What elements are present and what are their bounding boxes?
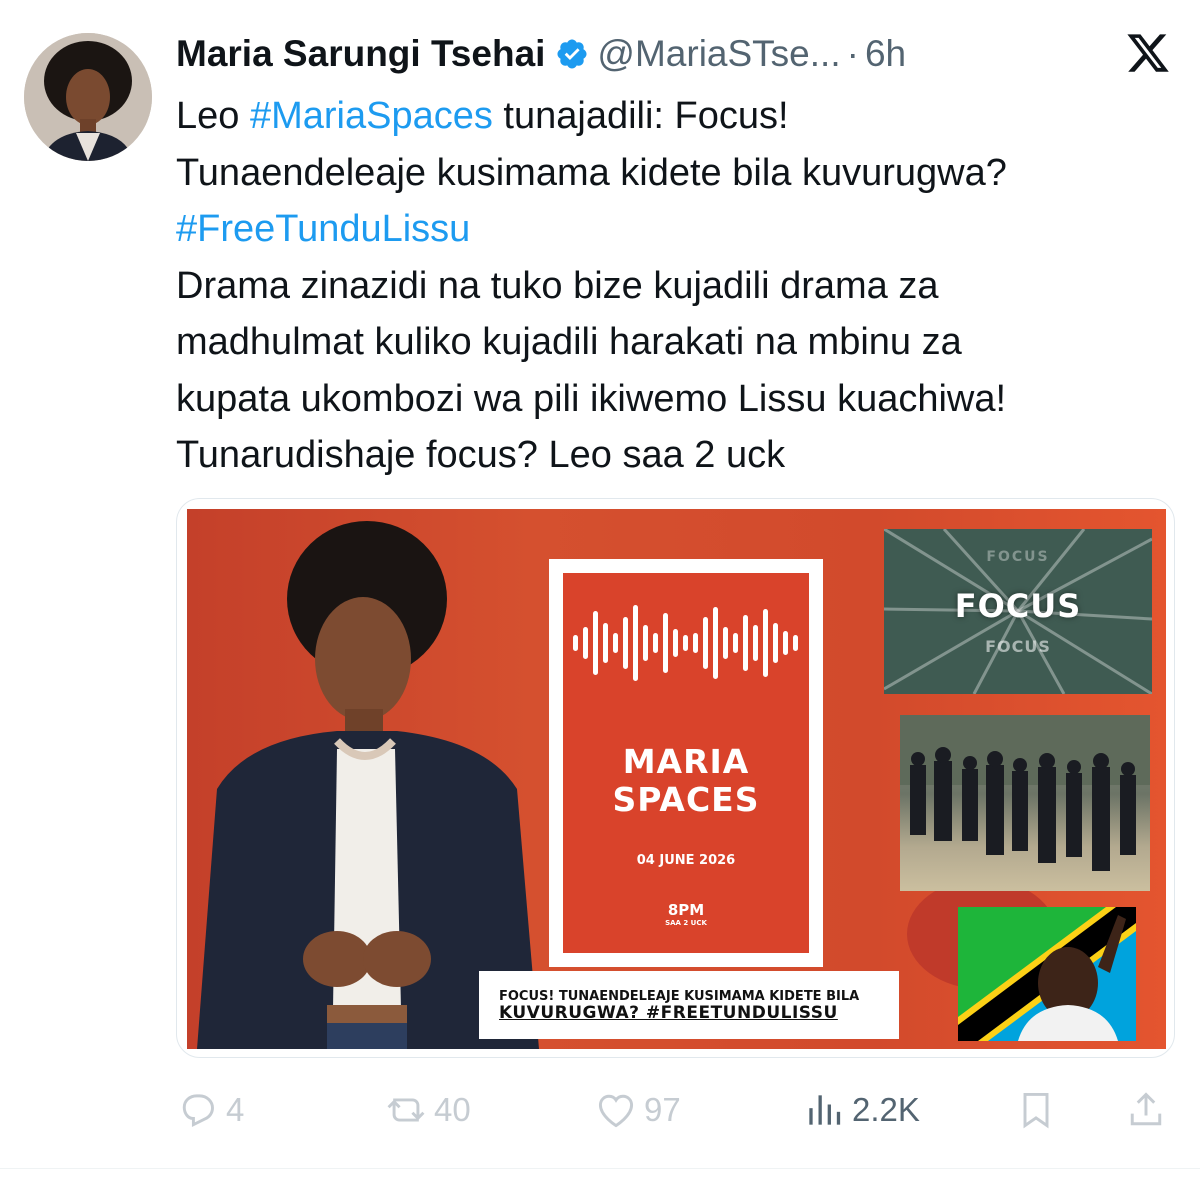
focus-text: FOCUS bbox=[954, 587, 1082, 625]
audio-wave-icon bbox=[573, 605, 798, 681]
like-count: 97 bbox=[644, 1091, 681, 1128]
maria-spaces-panel: MARIA SPACES 04 JUNE 2026 8PM SAA 2 UCK bbox=[563, 573, 809, 953]
poster-caption: FOCUS! TUNAENDELEAJE KUSIMAMA KIDETE BIL… bbox=[479, 971, 899, 1039]
tweet-line: Tunaendeleaje kusimama kidete bila kuvur… bbox=[176, 151, 1007, 194]
avatar-portrait bbox=[24, 33, 152, 161]
event-poster: MARIA SPACES 04 JUNE 2026 8PM SAA 2 UCK … bbox=[187, 509, 1166, 1049]
tanzania-flag-image bbox=[958, 907, 1136, 1041]
x-logo-icon[interactable] bbox=[1124, 30, 1172, 76]
reply-button[interactable]: 4 bbox=[176, 1084, 244, 1136]
tweet-text: Leo #MariaSpaces tunajadili: Focus! Tuna… bbox=[176, 88, 1166, 484]
reply-icon bbox=[182, 1094, 214, 1128]
host-photo bbox=[197, 521, 539, 1049]
author-name[interactable]: Maria Sarungi Tsehai bbox=[176, 33, 545, 75]
tweet-actions-bar: 4 40 97 2.2K bbox=[176, 1084, 1176, 1136]
tweet-media-image[interactable]: MARIA SPACES 04 JUNE 2026 8PM SAA 2 UCK … bbox=[176, 498, 1175, 1058]
views-button[interactable]: 2.2K bbox=[802, 1084, 920, 1136]
views-count: 2.2K bbox=[852, 1091, 920, 1128]
focus-image: FOCUS FOCUS FOCUS bbox=[884, 529, 1152, 694]
poster-title: MARIA SPACES bbox=[563, 743, 809, 819]
poster-title-line: MARIA bbox=[622, 742, 750, 781]
share-button[interactable] bbox=[1124, 1084, 1168, 1136]
tweet-line: Leo #MariaSpaces tunajadili: Focus! bbox=[176, 95, 789, 137]
marching-group-image bbox=[900, 715, 1150, 871]
maria-spaces-card: MARIA SPACES 04 JUNE 2026 8PM SAA 2 UCK bbox=[549, 559, 823, 967]
like-button[interactable]: 97 bbox=[594, 1084, 681, 1136]
tweet-line: Drama zinazidi na tuko bize kujadili dra… bbox=[176, 264, 939, 307]
poster-title-line: SPACES bbox=[612, 780, 760, 819]
repost-button[interactable]: 40 bbox=[384, 1084, 471, 1136]
poster-date: 04 JUNE 2026 bbox=[636, 853, 736, 868]
share-icon bbox=[1130, 1092, 1162, 1126]
views-icon bbox=[809, 1095, 841, 1125]
divider bbox=[0, 1168, 1200, 1169]
header-separator: · bbox=[846, 33, 859, 74]
hashtag-link[interactable]: #FreeTunduLissu bbox=[176, 208, 470, 250]
tweet-line: Tunarudishaje focus? Leo saa 2 uck bbox=[176, 434, 786, 476]
caption-line: KUVURUGWA? #FREETUNDULISSU bbox=[499, 1003, 838, 1023]
caption-line: FOCUS! TUNAENDELEAJE KUSIMAMA KIDETE BIL… bbox=[499, 989, 860, 1004]
repost-icon bbox=[387, 1098, 425, 1122]
tweet-line: kupata ukombozi wa pili ikiwemo Lissu ku… bbox=[176, 377, 1007, 420]
focus-echo-text: FOCUS bbox=[986, 549, 1050, 565]
bookmark-button[interactable] bbox=[1014, 1084, 1058, 1136]
caption-text: FOCUS! TUNAENDELEAJE KUSIMAMA KIDETE BIL… bbox=[499, 989, 860, 1023]
verified-badge-icon bbox=[557, 39, 587, 69]
tweet-line: #FreeTunduLissu bbox=[176, 201, 1166, 258]
poster-time-sub: SAA 2 UCK bbox=[665, 919, 707, 927]
poster-time: 8PM bbox=[667, 901, 705, 919]
bookmark-icon bbox=[1023, 1092, 1049, 1129]
march-photo bbox=[900, 715, 1150, 891]
repost-count: 40 bbox=[434, 1091, 471, 1128]
tweet-line: madhulmat kuliko kujadili harakati na mb… bbox=[176, 321, 962, 363]
tweet-timestamp[interactable]: 6h bbox=[865, 33, 906, 75]
like-icon bbox=[598, 1094, 634, 1128]
focus-echo-text: FOCUS bbox=[985, 637, 1051, 656]
reply-count: 4 bbox=[226, 1091, 245, 1128]
author-handle[interactable]: @MariaSTse... bbox=[597, 33, 840, 75]
hashtag-link[interactable]: #MariaSpaces bbox=[250, 95, 493, 137]
author-avatar[interactable] bbox=[24, 33, 152, 161]
flag-photo bbox=[958, 907, 1136, 1041]
tweet-header: Maria Sarungi Tsehai @MariaSTse... · 6h bbox=[176, 30, 906, 78]
